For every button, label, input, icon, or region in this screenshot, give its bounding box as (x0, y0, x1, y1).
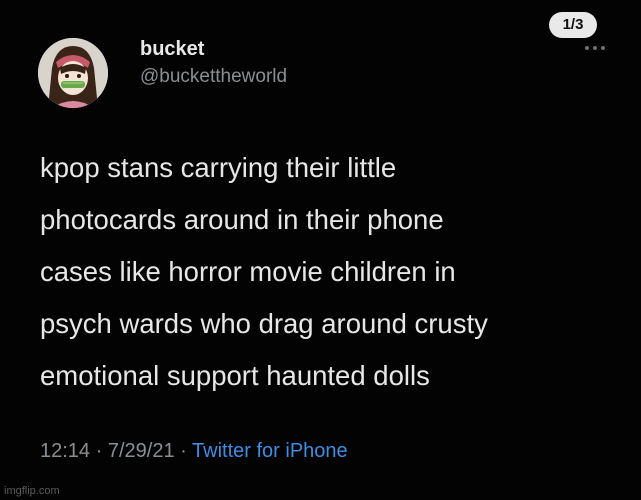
avatar-image (38, 38, 108, 108)
more-horizontal-icon[interactable] (583, 44, 607, 52)
display-name[interactable]: bucket (140, 38, 204, 61)
tweet-date[interactable]: 7/29/21 (108, 440, 175, 462)
tweet-time: 12:14 (40, 440, 91, 462)
user-handle[interactable]: @buckettheworld (140, 66, 287, 88)
tweet-source-link[interactable]: Twitter for iPhone (192, 440, 348, 462)
tweet-meta: 12:14 · 7/29/21 · Twitter for iPhone (40, 440, 348, 463)
avatar[interactable] (38, 38, 108, 108)
tweet-text-line: kpop stans carrying their little (40, 152, 397, 183)
tweet-text: kpop stans carrying their little photoca… (40, 142, 630, 402)
tweet-text-line: emotional support haunted dolls (40, 360, 430, 391)
page-counter-badge: 1/3 (549, 12, 597, 38)
tweet-text-line: psych wards who drag around crusty (40, 308, 488, 339)
tweet-text-line: cases like horror movie children in (40, 256, 456, 287)
tweet-text-line: photocards around in their phone (40, 204, 444, 235)
meta-separator: · (180, 440, 187, 462)
tweet-screenshot: bucket @buckettheworld 1/3 kpop stans ca… (0, 0, 641, 500)
watermark: imgflip.com (4, 485, 60, 497)
meta-separator: · (95, 440, 103, 462)
